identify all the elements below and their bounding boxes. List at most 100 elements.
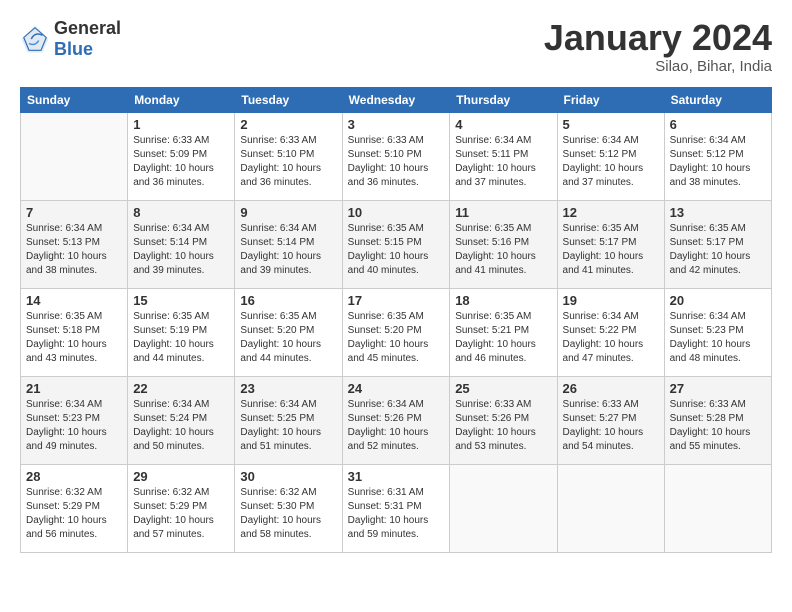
day-cell: 3 Sunrise: 6:33 AMSunset: 5:10 PMDayligh… <box>342 112 450 200</box>
logo-blue: Blue <box>54 39 93 59</box>
day-cell: 18 Sunrise: 6:35 AMSunset: 5:21 PMDaylig… <box>450 288 557 376</box>
day-cell: 31 Sunrise: 6:31 AMSunset: 5:31 PMDaylig… <box>342 464 450 552</box>
day-info: Sunrise: 6:35 AMSunset: 5:17 PMDaylight:… <box>563 222 659 278</box>
day-number: 25 <box>455 381 551 396</box>
day-number: 3 <box>348 117 445 132</box>
day-cell: 27 Sunrise: 6:33 AMSunset: 5:28 PMDaylig… <box>664 376 771 464</box>
day-cell: 29 Sunrise: 6:32 AMSunset: 5:29 PMDaylig… <box>128 464 235 552</box>
week-row-3: 14 Sunrise: 6:35 AMSunset: 5:18 PMDaylig… <box>21 288 772 376</box>
col-monday: Monday <box>128 87 235 112</box>
day-info: Sunrise: 6:34 AMSunset: 5:24 PMDaylight:… <box>133 398 229 454</box>
day-number: 16 <box>240 293 336 308</box>
day-cell: 15 Sunrise: 6:35 AMSunset: 5:19 PMDaylig… <box>128 288 235 376</box>
day-cell: 12 Sunrise: 6:35 AMSunset: 5:17 PMDaylig… <box>557 200 664 288</box>
day-cell: 26 Sunrise: 6:33 AMSunset: 5:27 PMDaylig… <box>557 376 664 464</box>
week-row-4: 21 Sunrise: 6:34 AMSunset: 5:23 PMDaylig… <box>21 376 772 464</box>
day-number: 14 <box>26 293 122 308</box>
day-cell: 14 Sunrise: 6:35 AMSunset: 5:18 PMDaylig… <box>21 288 128 376</box>
week-row-1: 1 Sunrise: 6:33 AMSunset: 5:09 PMDayligh… <box>21 112 772 200</box>
day-cell: 22 Sunrise: 6:34 AMSunset: 5:24 PMDaylig… <box>128 376 235 464</box>
day-cell: 19 Sunrise: 6:34 AMSunset: 5:22 PMDaylig… <box>557 288 664 376</box>
day-number: 4 <box>455 117 551 132</box>
day-cell: 24 Sunrise: 6:34 AMSunset: 5:26 PMDaylig… <box>342 376 450 464</box>
day-cell: 17 Sunrise: 6:35 AMSunset: 5:20 PMDaylig… <box>342 288 450 376</box>
day-number: 24 <box>348 381 445 396</box>
day-number: 9 <box>240 205 336 220</box>
calendar-table: Sunday Monday Tuesday Wednesday Thursday… <box>20 87 772 553</box>
logo-text: General Blue <box>54 18 121 60</box>
week-row-5: 28 Sunrise: 6:32 AMSunset: 5:29 PMDaylig… <box>21 464 772 552</box>
day-info: Sunrise: 6:34 AMSunset: 5:14 PMDaylight:… <box>133 222 229 278</box>
day-number: 10 <box>348 205 445 220</box>
main-container: General Blue January 2024 Silao, Bihar, … <box>0 0 792 563</box>
day-cell: 16 Sunrise: 6:35 AMSunset: 5:20 PMDaylig… <box>235 288 342 376</box>
day-cell: 1 Sunrise: 6:33 AMSunset: 5:09 PMDayligh… <box>128 112 235 200</box>
day-number: 31 <box>348 469 445 484</box>
day-info: Sunrise: 6:33 AMSunset: 5:09 PMDaylight:… <box>133 134 229 190</box>
day-info: Sunrise: 6:34 AMSunset: 5:23 PMDaylight:… <box>26 398 122 454</box>
location-subtitle: Silao, Bihar, India <box>544 58 772 75</box>
day-info: Sunrise: 6:31 AMSunset: 5:31 PMDaylight:… <box>348 486 445 542</box>
day-cell: 9 Sunrise: 6:34 AMSunset: 5:14 PMDayligh… <box>235 200 342 288</box>
day-number: 18 <box>455 293 551 308</box>
day-cell: 23 Sunrise: 6:34 AMSunset: 5:25 PMDaylig… <box>235 376 342 464</box>
day-info: Sunrise: 6:35 AMSunset: 5:18 PMDaylight:… <box>26 310 122 366</box>
col-saturday: Saturday <box>664 87 771 112</box>
day-number: 28 <box>26 469 122 484</box>
col-thursday: Thursday <box>450 87 557 112</box>
day-number: 23 <box>240 381 336 396</box>
week-row-2: 7 Sunrise: 6:34 AMSunset: 5:13 PMDayligh… <box>21 200 772 288</box>
day-info: Sunrise: 6:32 AMSunset: 5:30 PMDaylight:… <box>240 486 336 542</box>
day-info: Sunrise: 6:33 AMSunset: 5:28 PMDaylight:… <box>670 398 766 454</box>
day-info: Sunrise: 6:35 AMSunset: 5:17 PMDaylight:… <box>670 222 766 278</box>
col-tuesday: Tuesday <box>235 87 342 112</box>
day-number: 27 <box>670 381 766 396</box>
day-info: Sunrise: 6:35 AMSunset: 5:21 PMDaylight:… <box>455 310 551 366</box>
day-cell: 7 Sunrise: 6:34 AMSunset: 5:13 PMDayligh… <box>21 200 128 288</box>
day-number: 22 <box>133 381 229 396</box>
day-info: Sunrise: 6:33 AMSunset: 5:27 PMDaylight:… <box>563 398 659 454</box>
col-wednesday: Wednesday <box>342 87 450 112</box>
day-number: 13 <box>670 205 766 220</box>
day-cell <box>664 464 771 552</box>
day-info: Sunrise: 6:35 AMSunset: 5:19 PMDaylight:… <box>133 310 229 366</box>
day-info: Sunrise: 6:32 AMSunset: 5:29 PMDaylight:… <box>26 486 122 542</box>
day-info: Sunrise: 6:34 AMSunset: 5:12 PMDaylight:… <box>670 134 766 190</box>
day-number: 21 <box>26 381 122 396</box>
day-number: 29 <box>133 469 229 484</box>
day-info: Sunrise: 6:33 AMSunset: 5:10 PMDaylight:… <box>348 134 445 190</box>
day-number: 19 <box>563 293 659 308</box>
day-cell: 10 Sunrise: 6:35 AMSunset: 5:15 PMDaylig… <box>342 200 450 288</box>
header-row: Sunday Monday Tuesday Wednesday Thursday… <box>21 87 772 112</box>
day-cell: 20 Sunrise: 6:34 AMSunset: 5:23 PMDaylig… <box>664 288 771 376</box>
col-friday: Friday <box>557 87 664 112</box>
day-info: Sunrise: 6:33 AMSunset: 5:26 PMDaylight:… <box>455 398 551 454</box>
day-cell: 5 Sunrise: 6:34 AMSunset: 5:12 PMDayligh… <box>557 112 664 200</box>
day-cell: 13 Sunrise: 6:35 AMSunset: 5:17 PMDaylig… <box>664 200 771 288</box>
col-sunday: Sunday <box>21 87 128 112</box>
day-number: 7 <box>26 205 122 220</box>
day-info: Sunrise: 6:34 AMSunset: 5:26 PMDaylight:… <box>348 398 445 454</box>
day-cell <box>557 464 664 552</box>
day-info: Sunrise: 6:34 AMSunset: 5:23 PMDaylight:… <box>670 310 766 366</box>
day-number: 2 <box>240 117 336 132</box>
day-number: 15 <box>133 293 229 308</box>
day-number: 30 <box>240 469 336 484</box>
day-info: Sunrise: 6:34 AMSunset: 5:25 PMDaylight:… <box>240 398 336 454</box>
day-cell: 30 Sunrise: 6:32 AMSunset: 5:30 PMDaylig… <box>235 464 342 552</box>
day-number: 1 <box>133 117 229 132</box>
day-number: 12 <box>563 205 659 220</box>
day-number: 8 <box>133 205 229 220</box>
day-info: Sunrise: 6:35 AMSunset: 5:20 PMDaylight:… <box>240 310 336 366</box>
day-cell: 6 Sunrise: 6:34 AMSunset: 5:12 PMDayligh… <box>664 112 771 200</box>
day-number: 11 <box>455 205 551 220</box>
day-cell: 8 Sunrise: 6:34 AMSunset: 5:14 PMDayligh… <box>128 200 235 288</box>
day-info: Sunrise: 6:35 AMSunset: 5:20 PMDaylight:… <box>348 310 445 366</box>
day-number: 17 <box>348 293 445 308</box>
logo: General Blue <box>20 18 121 60</box>
day-cell: 28 Sunrise: 6:32 AMSunset: 5:29 PMDaylig… <box>21 464 128 552</box>
day-info: Sunrise: 6:34 AMSunset: 5:13 PMDaylight:… <box>26 222 122 278</box>
day-cell: 11 Sunrise: 6:35 AMSunset: 5:16 PMDaylig… <box>450 200 557 288</box>
day-number: 20 <box>670 293 766 308</box>
day-info: Sunrise: 6:35 AMSunset: 5:16 PMDaylight:… <box>455 222 551 278</box>
